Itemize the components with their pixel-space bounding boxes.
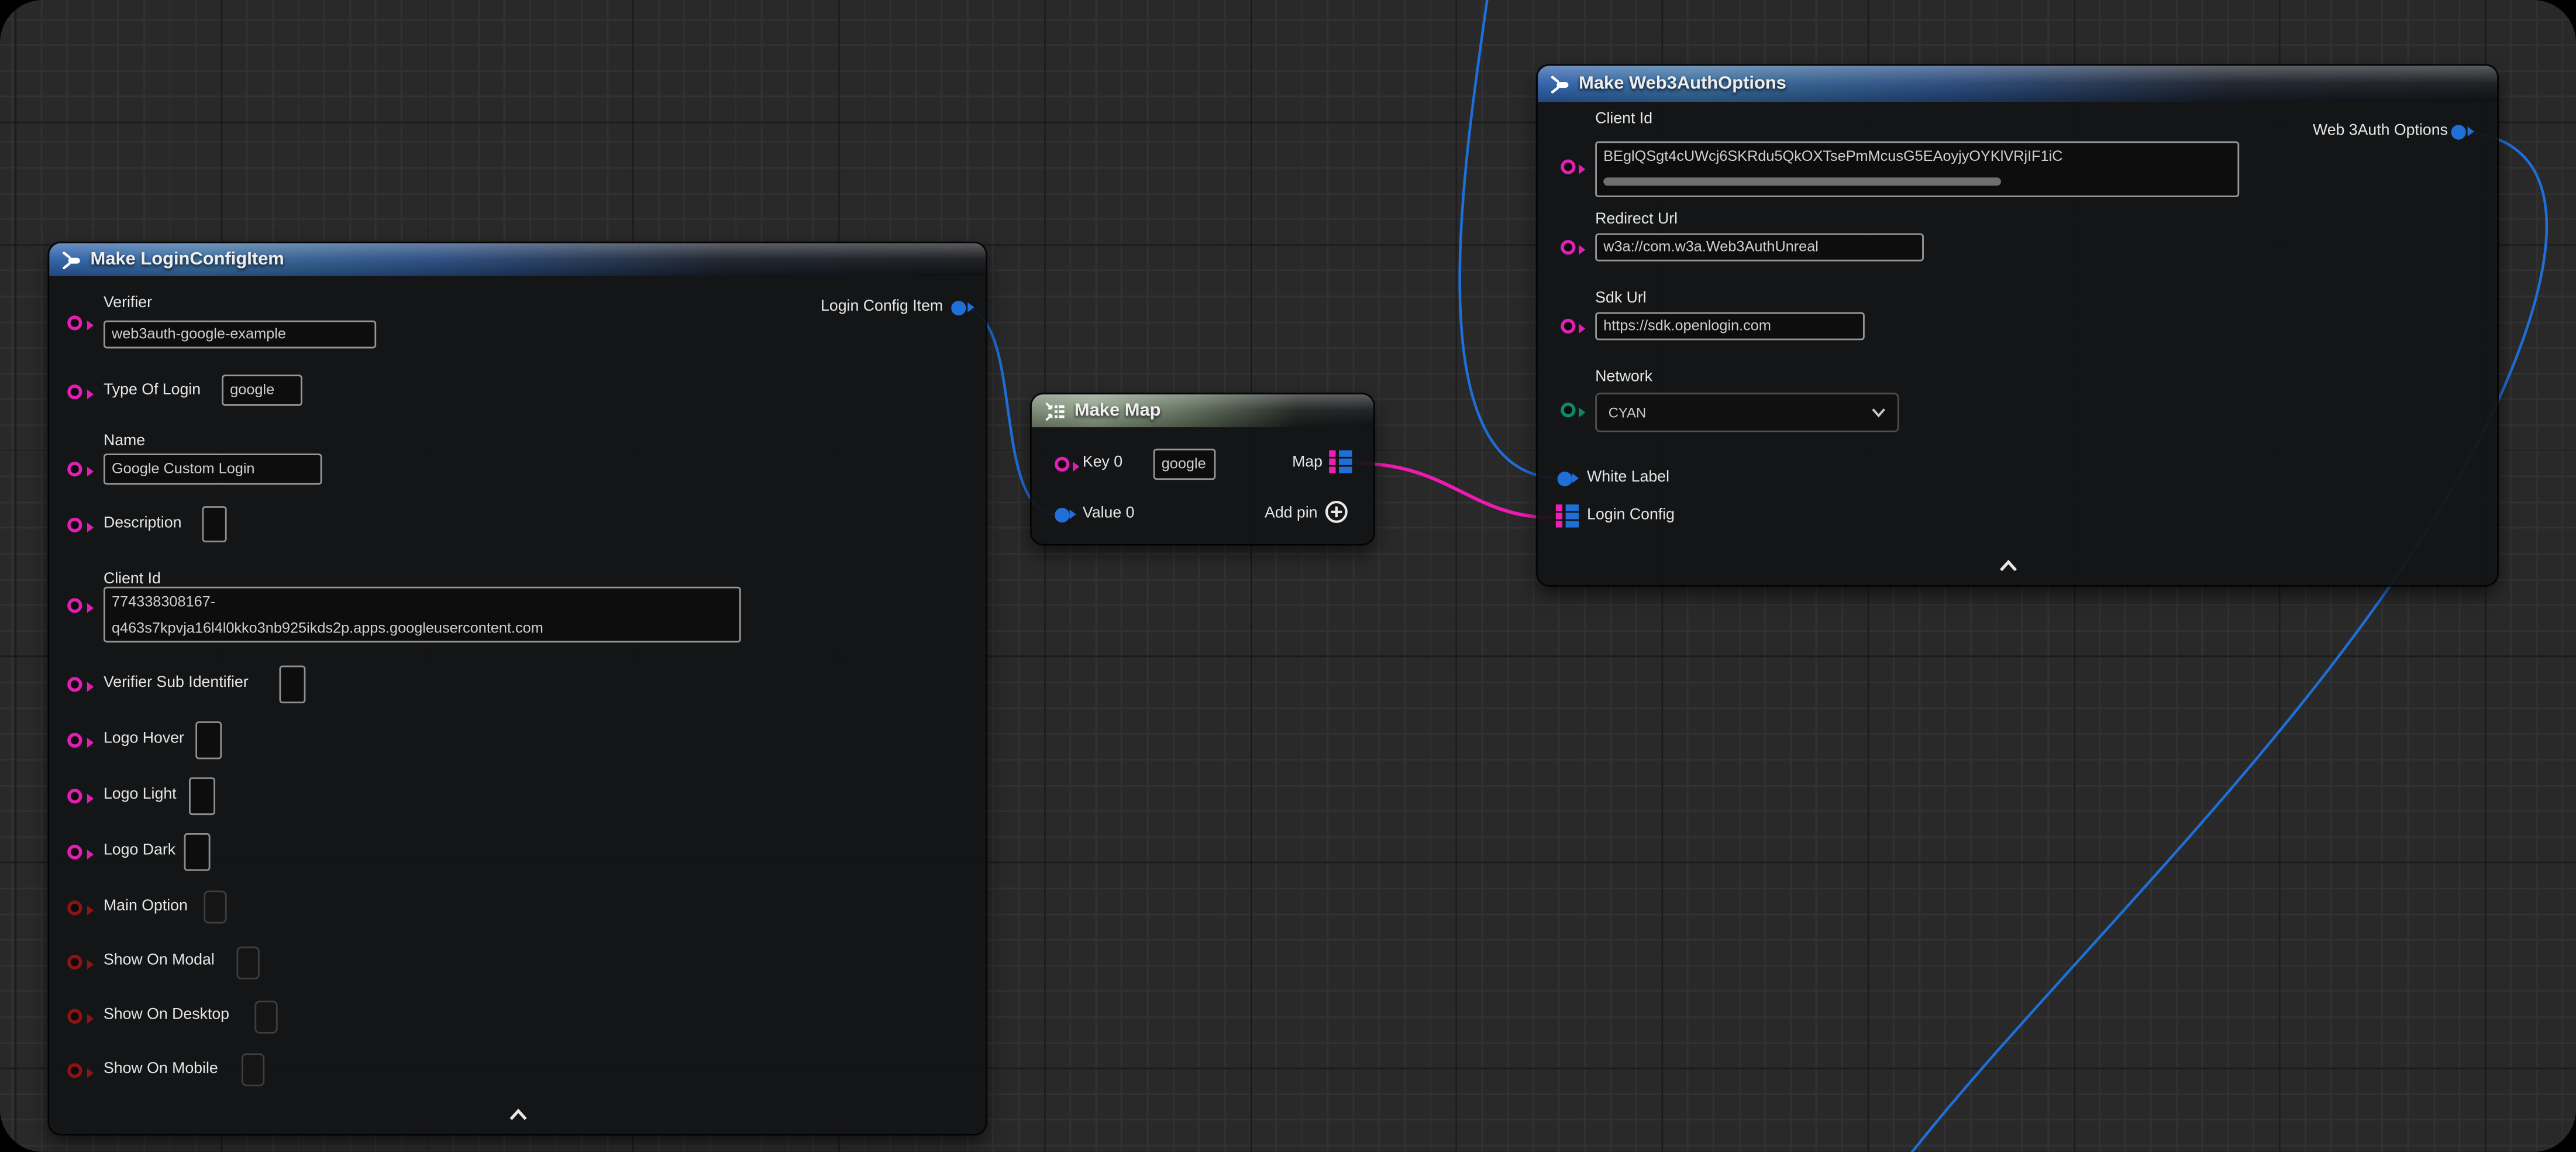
pin-verifier[interactable] — [67, 315, 82, 329]
label-logo-dark: Logo Dark — [104, 841, 175, 859]
sdk-url-input[interactable]: https://sdk.openlogin.com — [1595, 312, 1865, 341]
pin-main-option[interactable] — [67, 900, 82, 914]
label-logo-light: Logo Light — [104, 786, 177, 804]
pin-white-label[interactable] — [1556, 471, 1571, 486]
label-value-0: Value 0 — [1083, 504, 1135, 522]
pin-web3auth-options-output[interactable] — [2451, 124, 2466, 139]
type-of-login-input[interactable]: google — [222, 374, 302, 405]
pin-client-id[interactable] — [1560, 159, 1575, 173]
map-pin-keys — [1329, 451, 1335, 473]
wire-map-to-loginconfig[interactable] — [1357, 463, 1552, 518]
logo-light-input[interactable] — [189, 778, 215, 816]
label-show-on-modal: Show On Modal — [104, 951, 215, 969]
map-pin-keys — [1556, 504, 1562, 527]
pin-logo-hover[interactable] — [67, 732, 82, 747]
label-show-on-desktop: Show On Desktop — [104, 1006, 229, 1024]
output-label-login-config-item: Login Config Item — [821, 297, 943, 315]
node-make-map[interactable]: Make Map Key 0 google Map Value 0 Add pi… — [1032, 394, 1373, 544]
label-sdk-url: Sdk Url — [1595, 289, 1647, 307]
pin-name[interactable] — [67, 461, 82, 476]
label-main-option: Main Option — [104, 897, 188, 916]
node-header-make-loginconfigitem[interactable]: Make LoginConfigItem — [49, 243, 986, 276]
node-make-loginconfigitem[interactable]: Make LoginConfigItem Login Config Item V… — [49, 243, 986, 1134]
node-header-make-web3authoptions[interactable]: Make Web3AuthOptions — [1538, 66, 2497, 102]
logo-hover-input[interactable] — [195, 721, 222, 759]
pin-logo-dark[interactable] — [67, 844, 82, 858]
map-pin-values — [1338, 451, 1351, 473]
label-description: Description — [104, 514, 181, 532]
label-client-id: Client Id — [1595, 110, 1652, 128]
show-on-mobile-checkbox[interactable] — [242, 1053, 264, 1086]
pin-redirect-url[interactable] — [1560, 239, 1575, 254]
pin-login-config-item-output[interactable] — [951, 300, 966, 315]
label-show-on-mobile: Show On Mobile — [104, 1060, 218, 1078]
collapse-chevron-icon[interactable] — [508, 1101, 529, 1131]
pin-login-config[interactable] — [1556, 504, 1578, 527]
label-network: Network — [1595, 368, 1652, 386]
node-title: Make LoginConfigItem — [90, 250, 284, 270]
pin-verifier-sub-identifier[interactable] — [67, 676, 82, 691]
redirect-url-input[interactable]: w3a://com.w3a.Web3AuthUnreal — [1595, 233, 1924, 262]
pin-client-id[interactable] — [67, 597, 82, 612]
collapse-chevron-icon[interactable] — [1998, 552, 2019, 582]
main-option-checkbox[interactable] — [204, 890, 226, 923]
show-on-desktop-checkbox[interactable] — [254, 1000, 277, 1033]
label-login-config: Login Config — [1587, 506, 1675, 524]
label-map-output: Map — [1292, 453, 1323, 472]
make-struct-icon — [1549, 73, 1571, 95]
label-client-id: Client Id — [104, 570, 161, 589]
node-title: Make Map — [1075, 401, 1161, 421]
pin-network[interactable] — [1560, 402, 1575, 417]
name-input[interactable]: Google Custom Login — [104, 453, 322, 484]
chevron-down-icon — [1871, 408, 1886, 418]
pin-description[interactable] — [67, 517, 82, 531]
label-white-label: White Label — [1587, 468, 1669, 486]
pin-show-on-mobile[interactable] — [67, 1062, 82, 1077]
pin-map-output[interactable] — [1329, 451, 1351, 473]
network-dropdown[interactable]: CYAN — [1595, 393, 1899, 432]
verifier-input[interactable]: web3auth-google-example — [104, 321, 376, 349]
node-make-web3authoptions[interactable]: Make Web3AuthOptions Web 3Auth Options C… — [1538, 66, 2497, 585]
pin-logo-light[interactable] — [67, 788, 82, 803]
client-id-value: BEglQSgt4cUWcj6SKRdu5QkOXTsePmMcusG5EAoy… — [1603, 143, 2231, 169]
node-title: Make Web3AuthOptions — [1579, 74, 1786, 94]
add-pin-icon[interactable] — [1324, 500, 1349, 532]
label-redirect-url: Redirect Url — [1595, 211, 1678, 229]
make-struct-icon — [61, 249, 82, 271]
client-id-line2: q463s7kpvja16l4l0kko3nb925ikds2p.apps.go… — [112, 614, 733, 641]
map-pin-values — [1565, 504, 1578, 527]
label-name: Name — [104, 432, 145, 451]
pin-sdk-url[interactable] — [1560, 318, 1575, 332]
pin-type-of-login[interactable] — [67, 384, 82, 398]
label-logo-hover: Logo Hover — [104, 730, 184, 748]
label-key-0: Key 0 — [1083, 453, 1122, 472]
logo-dark-input[interactable] — [184, 833, 211, 871]
pin-key-0[interactable] — [1054, 456, 1069, 470]
output-label-web3auth-options: Web 3Auth Options — [2313, 122, 2448, 140]
label-verifier: Verifier — [104, 294, 152, 312]
graph-canvas[interactable]: Make LoginConfigItem Login Config Item V… — [0, 0, 2576, 1152]
pin-show-on-modal[interactable] — [67, 954, 82, 968]
label-type-of-login: Type Of Login — [104, 381, 201, 400]
client-id-input[interactable]: 774338308167- q463s7kpvja16l4l0kko3nb925… — [104, 587, 741, 642]
network-selected-value: CYAN — [1609, 404, 1647, 421]
label-add-pin: Add pin — [1265, 504, 1318, 522]
show-on-modal-checkbox[interactable] — [236, 947, 259, 979]
pin-show-on-desktop[interactable] — [67, 1008, 82, 1023]
client-id-input[interactable]: BEglQSgt4cUWcj6SKRdu5QkOXTsePmMcusG5EAoy… — [1595, 142, 2239, 197]
node-header-make-map[interactable]: Make Map — [1032, 394, 1373, 427]
pin-value-0[interactable] — [1054, 507, 1069, 521]
description-input[interactable] — [202, 506, 226, 542]
label-verifier-sub-identifier: Verifier Sub Identifier — [104, 674, 249, 692]
key-0-input[interactable]: google — [1153, 449, 1216, 480]
verifier-sub-identifier-input[interactable] — [279, 666, 305, 704]
make-map-icon — [1044, 400, 1066, 422]
client-id-line1: 774338308167- — [112, 589, 733, 615]
client-id-scrollbar[interactable] — [1603, 177, 2000, 185]
